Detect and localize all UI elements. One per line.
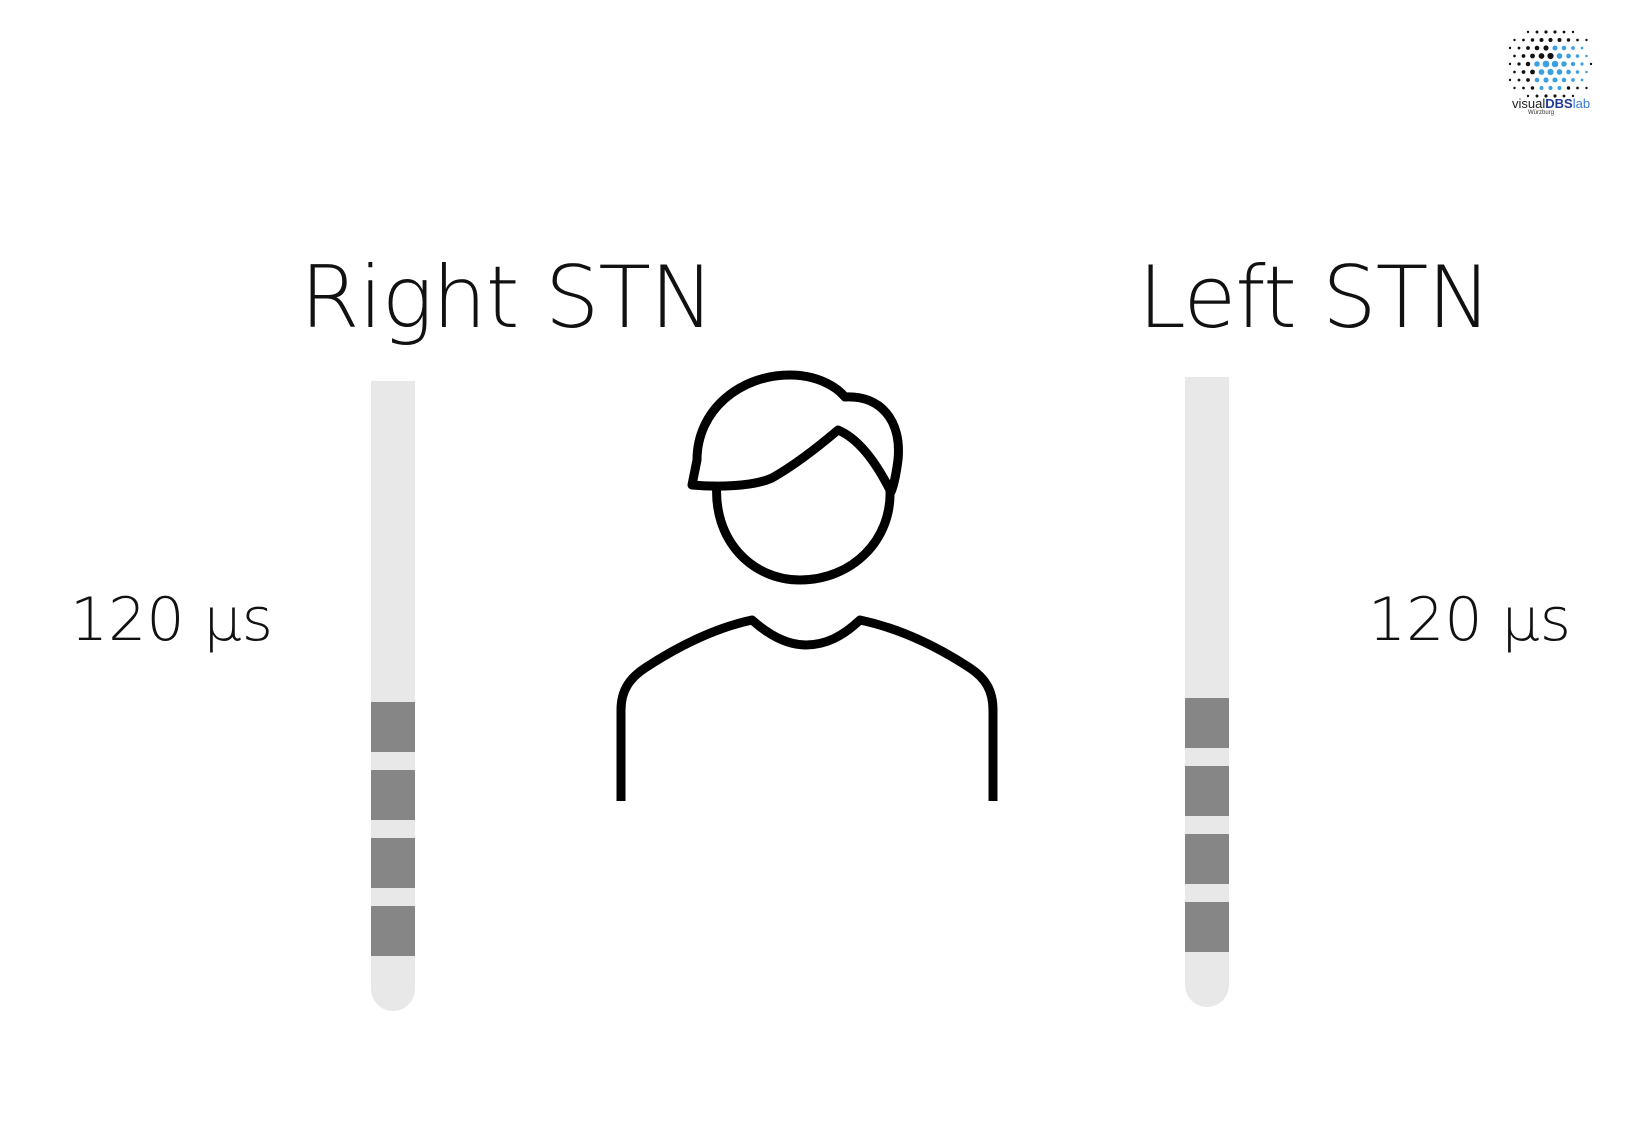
logo-dot	[1585, 38, 1588, 42]
logo-dot	[1538, 53, 1545, 59]
logo-dot	[1553, 30, 1557, 34]
logo-dot	[1548, 37, 1553, 43]
logo-dot	[1539, 85, 1544, 91]
logo-dot	[1556, 69, 1563, 75]
logo-dot	[1585, 70, 1588, 74]
logo-dot	[1580, 62, 1584, 66]
logo-dot	[1585, 86, 1588, 90]
logo-dot	[1534, 45, 1540, 51]
logo-dot	[1538, 69, 1545, 75]
right-pulse-width: 120 µs	[70, 585, 274, 655]
logo-dot	[1525, 61, 1531, 67]
logo-dot	[1513, 70, 1516, 74]
logo-dot	[1571, 30, 1575, 34]
logo-dot	[1566, 86, 1571, 90]
logo-dot	[1542, 60, 1550, 68]
logo-dot	[1522, 38, 1525, 42]
logo-dot	[1517, 46, 1521, 50]
lead-contact-1	[1185, 834, 1229, 884]
logo-dot	[1526, 30, 1530, 34]
logo-dot	[1522, 86, 1525, 90]
logo-dot	[1561, 77, 1567, 83]
logo-dot	[1548, 85, 1553, 91]
logo-dot	[1561, 61, 1567, 67]
logo-dot	[1544, 30, 1548, 34]
right-stn-title: Right STN	[300, 248, 714, 348]
logo-dot	[1517, 78, 1521, 82]
logo-dot	[1526, 46, 1530, 50]
left-pulse-width: 120 µs	[1368, 585, 1572, 655]
logo-dot	[1571, 46, 1575, 50]
logo-dot	[1530, 69, 1535, 75]
logo-dot	[1551, 60, 1559, 68]
logo-dot	[1589, 62, 1593, 66]
logo-dot	[1513, 54, 1516, 58]
logo-dot	[1526, 78, 1530, 82]
logo-dot	[1552, 77, 1558, 83]
dbs-settings-diagram: visualDBSlab Würzburg Right STN Left STN…	[0, 0, 1644, 1132]
logo-dot	[1530, 86, 1535, 90]
logo-dot	[1575, 70, 1580, 74]
logo-dot	[1517, 62, 1521, 66]
logo-dot	[1508, 62, 1512, 66]
logo-dot	[1543, 45, 1549, 51]
logo-dot	[1557, 38, 1562, 42]
right-dbs-lead	[371, 381, 415, 1011]
logo-dot	[1534, 77, 1540, 83]
logo-dot	[1562, 30, 1566, 34]
logo-dot	[1552, 45, 1558, 51]
logo-location: Würzburg	[1528, 110, 1555, 116]
logo-dot	[1530, 38, 1535, 42]
lead-contact-1	[371, 838, 415, 888]
logo-dot	[1566, 53, 1571, 59]
lead-contact-0	[371, 906, 415, 956]
lead-contact-3	[371, 702, 415, 752]
logo-dot	[1530, 53, 1535, 59]
logo-dot	[1576, 86, 1579, 90]
lead-contact-3	[1185, 698, 1229, 748]
logo-dot	[1571, 78, 1575, 82]
lead-contact-2	[1185, 766, 1229, 816]
logo-dot	[1521, 54, 1526, 58]
logo-dot	[1508, 78, 1512, 82]
logo-wordmark: visualDBSlab	[1512, 96, 1591, 111]
logo-dot	[1575, 54, 1580, 58]
person-outline-icon	[616, 370, 998, 801]
logo-dot	[1570, 61, 1576, 67]
logo-dot	[1539, 37, 1544, 43]
logo-dot	[1521, 70, 1526, 74]
left-dbs-lead	[1185, 377, 1229, 1007]
left-stn-title: Left STN	[1138, 248, 1492, 348]
logo-dot	[1585, 54, 1588, 58]
logo-dot	[1513, 38, 1516, 42]
logo-dot	[1534, 61, 1540, 67]
logo-dot	[1508, 46, 1512, 50]
logo-dot	[1566, 38, 1571, 42]
logo-dot	[1580, 78, 1584, 82]
logo-dot	[1547, 52, 1554, 60]
logo-dot	[1556, 53, 1563, 59]
logo-dot	[1557, 86, 1562, 90]
logo-dot	[1513, 86, 1516, 90]
logo-dot	[1566, 69, 1571, 75]
logo-dot	[1547, 68, 1554, 76]
logo-dot	[1580, 46, 1584, 50]
logo-dot	[1561, 45, 1567, 51]
logo-dot	[1576, 38, 1579, 42]
lead-contact-0	[1185, 902, 1229, 952]
lead-contact-2	[371, 770, 415, 820]
logo-dot	[1543, 77, 1549, 83]
logo-dot	[1535, 30, 1539, 34]
